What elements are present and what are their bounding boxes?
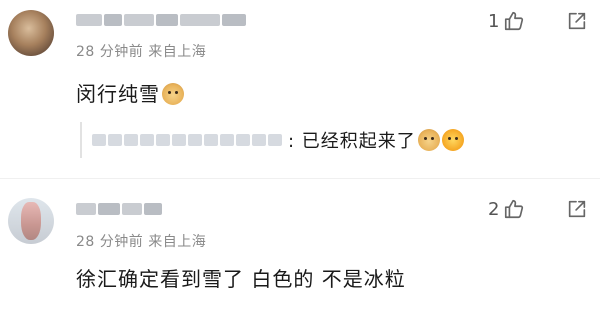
comment-text-content: 闵行纯雪: [76, 82, 160, 106]
comment-text: 徐汇确定看到雪了 白色的 不是冰粒: [76, 267, 406, 291]
avatar-face: [21, 202, 41, 240]
comment-text: 闵行纯雪: [76, 78, 184, 107]
like-button[interactable]: 2: [488, 198, 525, 220]
reply-username-blurred: [92, 134, 282, 146]
share-button[interactable]: [566, 10, 588, 32]
username-blurred[interactable]: [76, 199, 162, 219]
share-icon: [566, 10, 588, 32]
like-count: 1: [488, 10, 500, 32]
like-count: 2: [488, 198, 500, 220]
reply-quote[interactable]: : 已经积起来了: [80, 122, 464, 158]
share-icon: [566, 198, 588, 220]
thumbs-up-icon: [503, 198, 525, 220]
comment-divider: [0, 178, 600, 179]
reply-text: : 已经积起来了: [288, 131, 416, 152]
avatar[interactable]: [8, 198, 54, 244]
avatar[interactable]: [8, 10, 54, 56]
comment-meta: 28 分钟前 来自上海: [76, 234, 207, 250]
shocked-emoji-icon: [441, 129, 464, 151]
like-button[interactable]: 1: [488, 10, 525, 32]
thumbs-up-icon: [503, 10, 525, 32]
doge-emoji-icon: [162, 83, 184, 105]
share-button[interactable]: [566, 198, 588, 220]
comment-meta: 28 分钟前 来自上海: [76, 44, 207, 60]
username-blurred[interactable]: [76, 10, 246, 30]
doge-emoji-icon: [417, 129, 440, 151]
